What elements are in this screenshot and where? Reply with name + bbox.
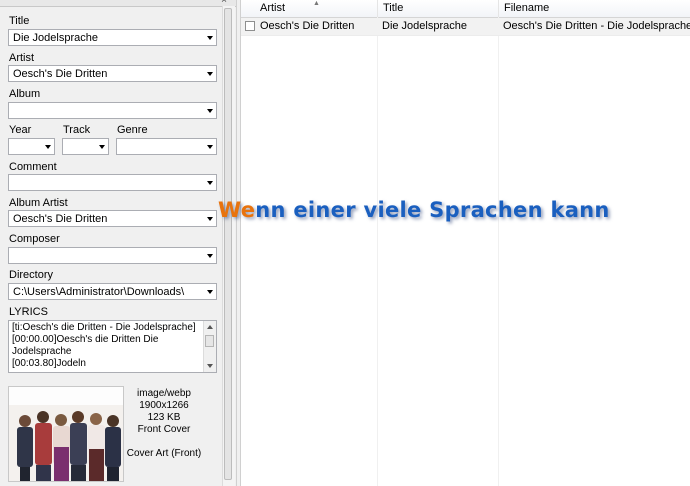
chevron-down-icon[interactable] [207, 254, 213, 258]
lyrics-label: LYRICS [9, 306, 48, 318]
tag-panel-scroll-thumb[interactable] [224, 8, 232, 480]
scroll-down-icon[interactable] [207, 364, 213, 368]
chevron-down-icon[interactable] [207, 217, 213, 221]
year-field[interactable] [8, 138, 55, 155]
composer-field[interactable] [8, 247, 217, 264]
panel-title-bar [0, 0, 236, 7]
column-header-filename[interactable]: Filename [499, 0, 690, 17]
cell-artist: Oesch's Die Dritten [260, 20, 355, 32]
lyrics-textarea[interactable]: [ti:Oesch's die Dritten - Die Jodelsprac… [8, 320, 217, 373]
comment-label: Comment [9, 161, 57, 173]
cover-size: 123 KB [147, 412, 181, 423]
row-checkbox[interactable] [245, 21, 255, 31]
track-field[interactable] [62, 138, 109, 155]
file-list: Artist ▲ Title Filename Oesch's Die Drit… [241, 0, 690, 486]
chevron-down-icon[interactable] [207, 109, 213, 113]
artist-label: Artist [9, 52, 35, 64]
directory-value: C:\Users\Administrator\Downloads\ [13, 286, 185, 298]
genre-field[interactable] [116, 138, 217, 155]
tag-panel: × Title Die Jodelsprache Artist Oesch's … [0, 0, 236, 486]
chevron-down-icon[interactable] [207, 145, 213, 149]
chevron-down-icon[interactable] [207, 290, 213, 294]
cell-filename: Oesch's Die Dritten - Die Jodelsprache.m… [503, 20, 690, 32]
overlay-caption-first: We [218, 198, 256, 222]
genre-label: Genre [117, 124, 148, 136]
overlay-caption: Wenn einer viele Sprachen kann [218, 198, 610, 222]
chevron-down-icon[interactable] [99, 145, 105, 149]
cover-art-image[interactable] [8, 386, 124, 482]
album-artist-field[interactable]: Oesch's Die Dritten [8, 210, 217, 227]
lyrics-text: [ti:Oesch's die Dritten - Die Jodelsprac… [12, 322, 196, 369]
cover-type: Front Cover [137, 424, 191, 435]
title-value: Die Jodelsprache [13, 32, 98, 44]
directory-field[interactable]: C:\Users\Administrator\Downloads\ [8, 283, 217, 300]
artist-value: Oesch's Die Dritten [13, 68, 108, 80]
composer-label: Composer [9, 233, 60, 245]
cover-dimensions: 1900x1266 [139, 400, 189, 411]
album-field[interactable] [8, 102, 217, 119]
file-list-header: Artist ▲ Title Filename [241, 0, 690, 18]
year-label: Year [9, 124, 32, 136]
sort-ascending-icon: ▲ [313, 0, 320, 7]
album-artist-value: Oesch's Die Dritten [13, 213, 108, 225]
artist-field[interactable]: Oesch's Die Dritten [8, 65, 217, 82]
cell-title: Die Jodelsprache [382, 20, 467, 32]
chevron-down-icon[interactable] [45, 145, 51, 149]
album-artist-label: Album Artist [9, 197, 68, 209]
column-header-title[interactable]: Title [378, 0, 499, 17]
scroll-up-icon[interactable] [207, 325, 213, 329]
directory-label: Directory [9, 269, 54, 281]
table-row[interactable]: Oesch's Die Dritten Die Jodelsprache Oes… [241, 18, 690, 36]
band-photo [9, 387, 123, 481]
chevron-down-icon[interactable] [207, 181, 213, 185]
chevron-down-icon[interactable] [207, 36, 213, 40]
cover-format: image/webp [137, 388, 191, 399]
chevron-down-icon[interactable] [207, 72, 213, 76]
lyrics-scrollbar[interactable] [203, 321, 216, 372]
album-label: Album [9, 88, 41, 100]
comment-field[interactable] [8, 174, 217, 191]
track-label: Track [63, 124, 91, 136]
column-divider [377, 17, 378, 486]
title-label: Title [9, 15, 30, 27]
title-field[interactable]: Die Jodelsprache [8, 29, 217, 46]
lyrics-scroll-thumb[interactable] [205, 335, 214, 347]
overlay-caption-rest: nn einer viele Sprachen kann [255, 198, 610, 222]
cover-description: Cover Art (Front) [126, 448, 202, 459]
column-divider [498, 17, 499, 486]
